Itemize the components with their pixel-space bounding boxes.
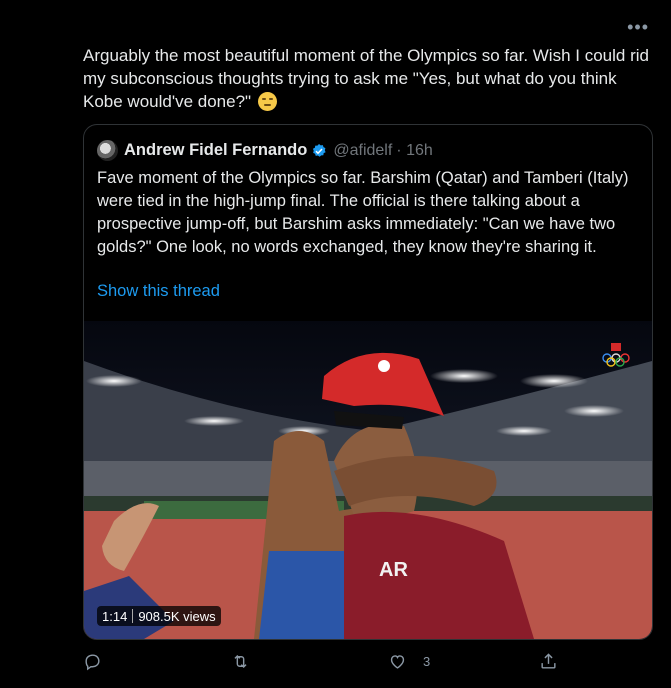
quoted-tweet-header: Andrew Fidel Fernando @afidelf · 16h	[97, 140, 433, 161]
video-duration: 1:14	[102, 608, 128, 624]
video-frame: AR	[84, 321, 652, 639]
avatar[interactable]	[97, 140, 118, 161]
tweet-actions: 3	[83, 652, 643, 676]
reply-button[interactable]	[83, 652, 102, 671]
heart-icon	[390, 655, 405, 669]
show-thread-link[interactable]: Show this thread	[97, 282, 220, 301]
video-info-badge: 1:14 908.5K views	[97, 606, 221, 626]
author-name[interactable]: Andrew Fidel Fernando	[124, 141, 307, 160]
reply-icon	[85, 654, 100, 671]
retweet-button[interactable]	[231, 652, 250, 671]
like-count: 3	[423, 654, 431, 669]
quoted-tweet-text: Fave moment of the Olympics so far. Bars…	[97, 169, 629, 256]
verified-badge-icon	[313, 143, 326, 157]
more-options-icon[interactable]: •••	[627, 18, 649, 36]
retweet-icon	[234, 654, 247, 669]
share-icon	[541, 653, 556, 669]
video-views: 908.5K views	[138, 608, 216, 624]
shirt-text: AR	[379, 559, 408, 581]
timestamp[interactable]: · 16h	[396, 142, 432, 160]
video-player[interactable]: AR 1:14 908.5K views	[84, 321, 652, 639]
share-button[interactable]	[539, 652, 558, 671]
relieved-face-emoji-icon	[257, 92, 277, 111]
like-button[interactable]: 3	[388, 652, 430, 671]
quoted-tweet[interactable]: Andrew Fidel Fernando @afidelf · 16h Fav…	[83, 124, 653, 640]
tweet-body: Arguably the most beautiful moment of th…	[83, 46, 649, 111]
author-handle[interactable]: @afidelf	[333, 142, 392, 160]
tweet-text: Arguably the most beautiful moment of th…	[83, 44, 653, 113]
